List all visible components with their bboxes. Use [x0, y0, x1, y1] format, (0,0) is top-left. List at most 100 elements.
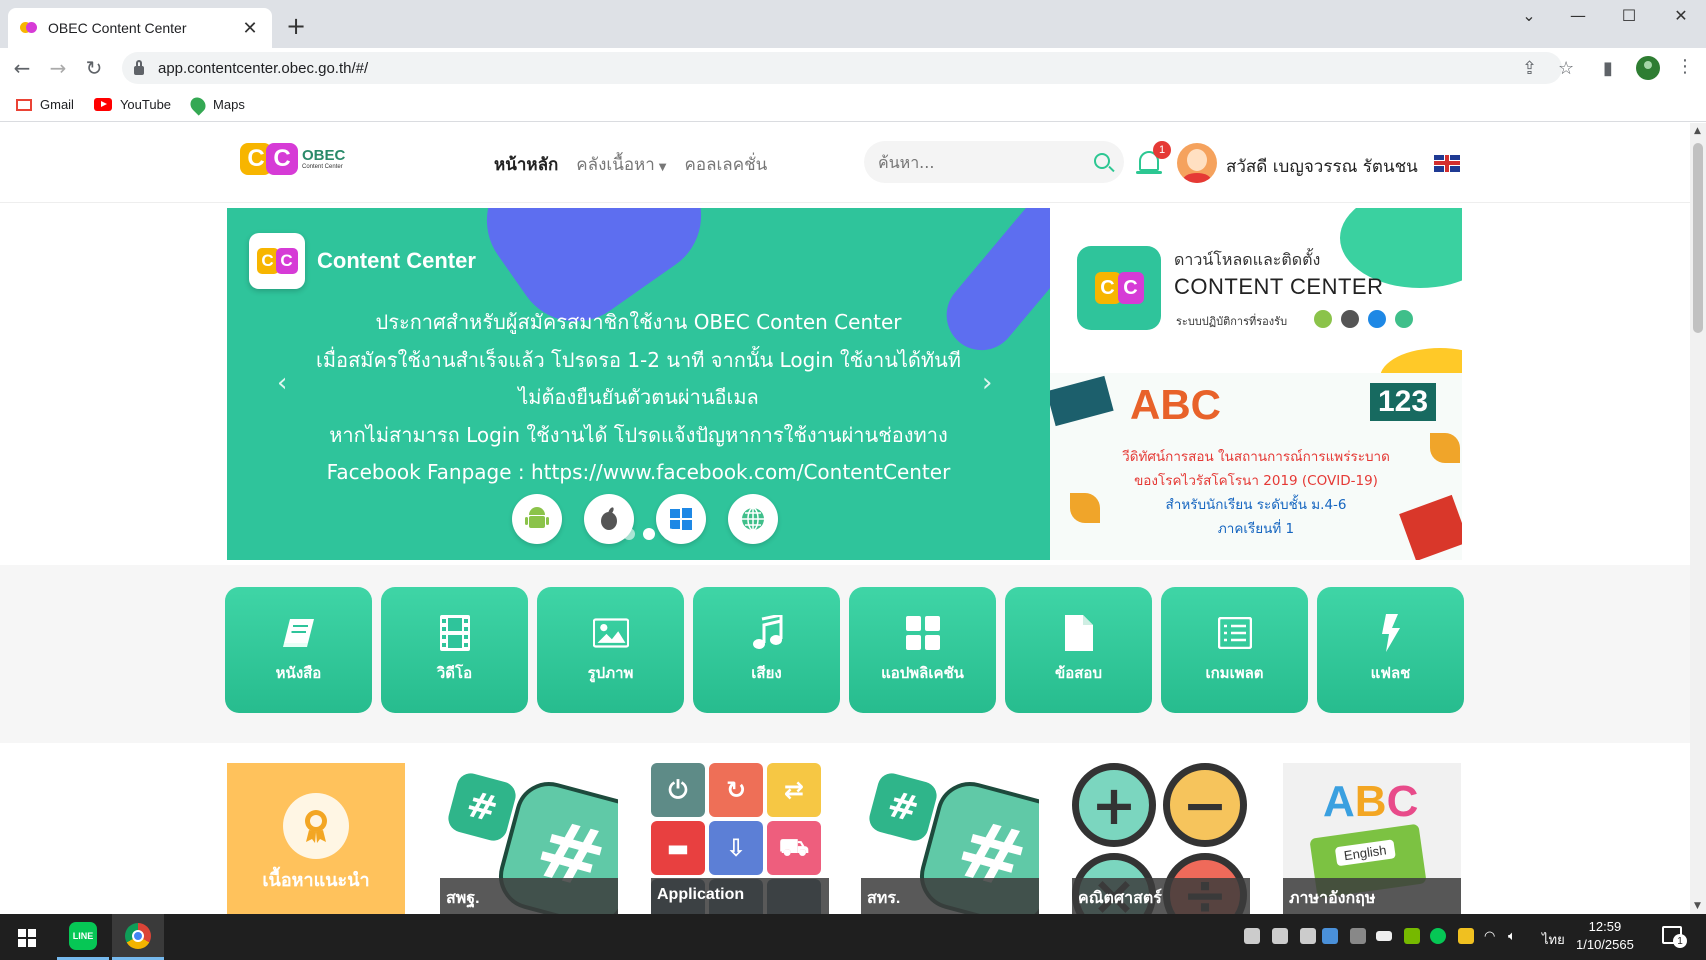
bookmark-star-icon[interactable]: ☆: [1558, 58, 1574, 79]
search-input[interactable]: [878, 152, 1078, 172]
category-label: เกมเพลต: [1205, 664, 1264, 682]
tile-recommended[interactable]: เนื้อหาแนะนำ: [227, 763, 405, 914]
minus-icon: −: [1163, 763, 1247, 847]
tray-app-icon[interactable]: [1244, 928, 1260, 944]
new-tab-button[interactable]: +: [286, 14, 306, 38]
volume-icon[interactable]: 🔈︎: [1508, 928, 1516, 944]
reload-icon[interactable]: ↻: [82, 56, 106, 80]
wifi-icon[interactable]: ◠: [1484, 928, 1495, 944]
site-logo[interactable]: C C OBEC Content Center: [240, 143, 345, 175]
page-scrollbar[interactable]: ▲ ▼: [1690, 123, 1706, 914]
banner-title: Content Center: [317, 248, 476, 273]
tray-app-icon[interactable]: [1350, 928, 1366, 944]
main-nav: หน้าหลัก คลังเนื้อหา ▼ คอลเลคชั่น: [494, 151, 767, 178]
side-panel-icon[interactable]: ▮: [1603, 58, 1613, 79]
search-icon[interactable]: [1094, 153, 1110, 169]
award-icon: [283, 793, 349, 859]
category-videos[interactable]: วิดีโอ: [381, 587, 528, 713]
battery-icon[interactable]: [1376, 931, 1392, 941]
scroll-up-icon[interactable]: ▲: [1694, 126, 1701, 136]
category-flash[interactable]: แฟลช: [1317, 587, 1464, 713]
tile-obec[interactable]: # # สพฐ.: [440, 763, 618, 914]
tile-label: สทร.: [861, 878, 1039, 914]
category-applications[interactable]: แอปพลิเคชัน: [849, 587, 996, 713]
obec-favicon-icon: [20, 21, 38, 35]
logo-text: OBEC Content Center: [302, 148, 345, 171]
back-arrow-icon[interactable]: ←: [10, 56, 34, 80]
tile-english[interactable]: ABC English ภาษาอังกฤษ: [1283, 763, 1461, 914]
nvidia-icon[interactable]: [1404, 928, 1420, 944]
bookmark-youtube[interactable]: YouTube: [93, 97, 171, 112]
side-promo-banner[interactable]: C C ดาวน์โหลดและติดตั้ง CONTENT CENTER ร…: [1050, 208, 1462, 560]
logo-c-purple-icon: C: [266, 143, 298, 175]
lock-icon: [134, 59, 144, 75]
nav-collection[interactable]: คอลเลคชั่น: [684, 151, 767, 178]
tab-search-chevron-icon[interactable]: ⌄: [1514, 6, 1544, 25]
banner-app-logo: C C: [249, 233, 305, 289]
category-exams[interactable]: ข้อสอบ: [1005, 587, 1152, 713]
category-images[interactable]: รูปภาพ: [537, 587, 684, 713]
book-icon: [281, 615, 317, 651]
tray-app-icon[interactable]: [1300, 928, 1316, 944]
line-tray-icon[interactable]: [1430, 928, 1446, 944]
close-tab-icon[interactable]: ✕: [240, 18, 260, 39]
tile-application[interactable]: ⏻ ↻ ⇄ ▬ ⇩ ⛟ Application: [651, 763, 829, 914]
browser-tab[interactable]: OBEC Content Center ✕: [8, 8, 272, 48]
forward-arrow-icon[interactable]: →: [46, 56, 70, 80]
share-icon[interactable]: ⇪: [1522, 58, 1537, 79]
bookmark-maps-label: Maps: [213, 97, 245, 112]
close-window-icon[interactable]: ✕: [1666, 6, 1696, 25]
carousel-next-icon[interactable]: ›: [982, 368, 992, 398]
uk-flag-icon[interactable]: [1434, 155, 1460, 172]
profile-avatar-icon[interactable]: [1636, 56, 1660, 80]
maps-icon: [187, 93, 209, 116]
category-templates[interactable]: เกมเพลต: [1161, 587, 1308, 713]
course-line: ภาคเรียนที่ 1: [1217, 521, 1295, 537]
system-clock[interactable]: 12:59 1/10/2565: [1576, 918, 1634, 954]
nav-library[interactable]: คลังเนื้อหา ▼: [576, 151, 666, 178]
category-audio[interactable]: เสียง: [693, 587, 840, 713]
tray-app-icon[interactable]: [1272, 928, 1288, 944]
user-greeting[interactable]: สวัสดี เบญจวรรณ รัตนชน: [1226, 153, 1418, 180]
gmail-icon: [16, 98, 32, 111]
security-shield-icon[interactable]: [1458, 928, 1474, 944]
android-icon[interactable]: [512, 494, 562, 544]
carousel-prev-icon[interactable]: ‹: [277, 368, 287, 398]
document-icon: [1061, 615, 1097, 651]
refresh-icon: ↻: [709, 763, 763, 817]
chalkboard-123: 123: [1370, 383, 1437, 421]
music-icon: [749, 615, 785, 651]
logo-subtitle: Content Center: [302, 164, 343, 170]
banner-line: Facebook Fanpage : https://www.facebook.…: [326, 460, 951, 484]
content-center-app-logo: C C: [1077, 246, 1161, 330]
menu-kebab-icon[interactable]: ⋮: [1676, 56, 1694, 77]
input-language[interactable]: ไทย: [1542, 929, 1565, 950]
scroll-down-icon[interactable]: ▼: [1694, 901, 1701, 911]
tile-ictc[interactable]: # # สทร.: [861, 763, 1039, 914]
nav-home[interactable]: หน้าหลัก: [494, 151, 558, 178]
tile-label: คณิตศาสตร์: [1072, 878, 1250, 914]
address-bar[interactable]: app.contentcenter.obec.go.th/#/: [122, 52, 1562, 84]
carousel-dot[interactable]: [663, 528, 675, 540]
carousel-dot[interactable]: [623, 528, 635, 540]
maximize-icon[interactable]: ☐: [1614, 6, 1644, 25]
user-avatar[interactable]: [1177, 143, 1217, 183]
minimize-icon[interactable]: —: [1563, 6, 1593, 25]
logo-c-purple-icon: C: [1117, 272, 1144, 304]
nav-library-label: คลังเนื้อหา: [576, 155, 655, 175]
caret-down-icon: ▼: [658, 162, 667, 173]
bookmark-gmail[interactable]: Gmail: [16, 97, 74, 112]
tray-app-icon[interactable]: [1322, 928, 1338, 944]
taskbar-chrome-app[interactable]: [112, 914, 164, 960]
chrome-icon: [125, 922, 151, 949]
bookmark-maps[interactable]: Maps: [187, 93, 245, 116]
hero-carousel[interactable]: C C Content Center ประกาศสำหรับผู้สมัครส…: [227, 208, 1050, 560]
tile-math[interactable]: + − × ÷ คณิตศาสตร์: [1072, 763, 1250, 914]
taskbar-line-app[interactable]: LINE: [57, 914, 109, 960]
scroll-thumb[interactable]: [1693, 143, 1703, 333]
carousel-dot-active[interactable]: [643, 528, 655, 540]
windows-start-icon[interactable]: [18, 929, 36, 947]
category-books[interactable]: หนังสือ: [225, 587, 372, 713]
banner-line: ไม่ต้องยืนยันตัวตนผ่านอีเมล: [518, 385, 759, 409]
web-globe-icon[interactable]: [728, 494, 778, 544]
